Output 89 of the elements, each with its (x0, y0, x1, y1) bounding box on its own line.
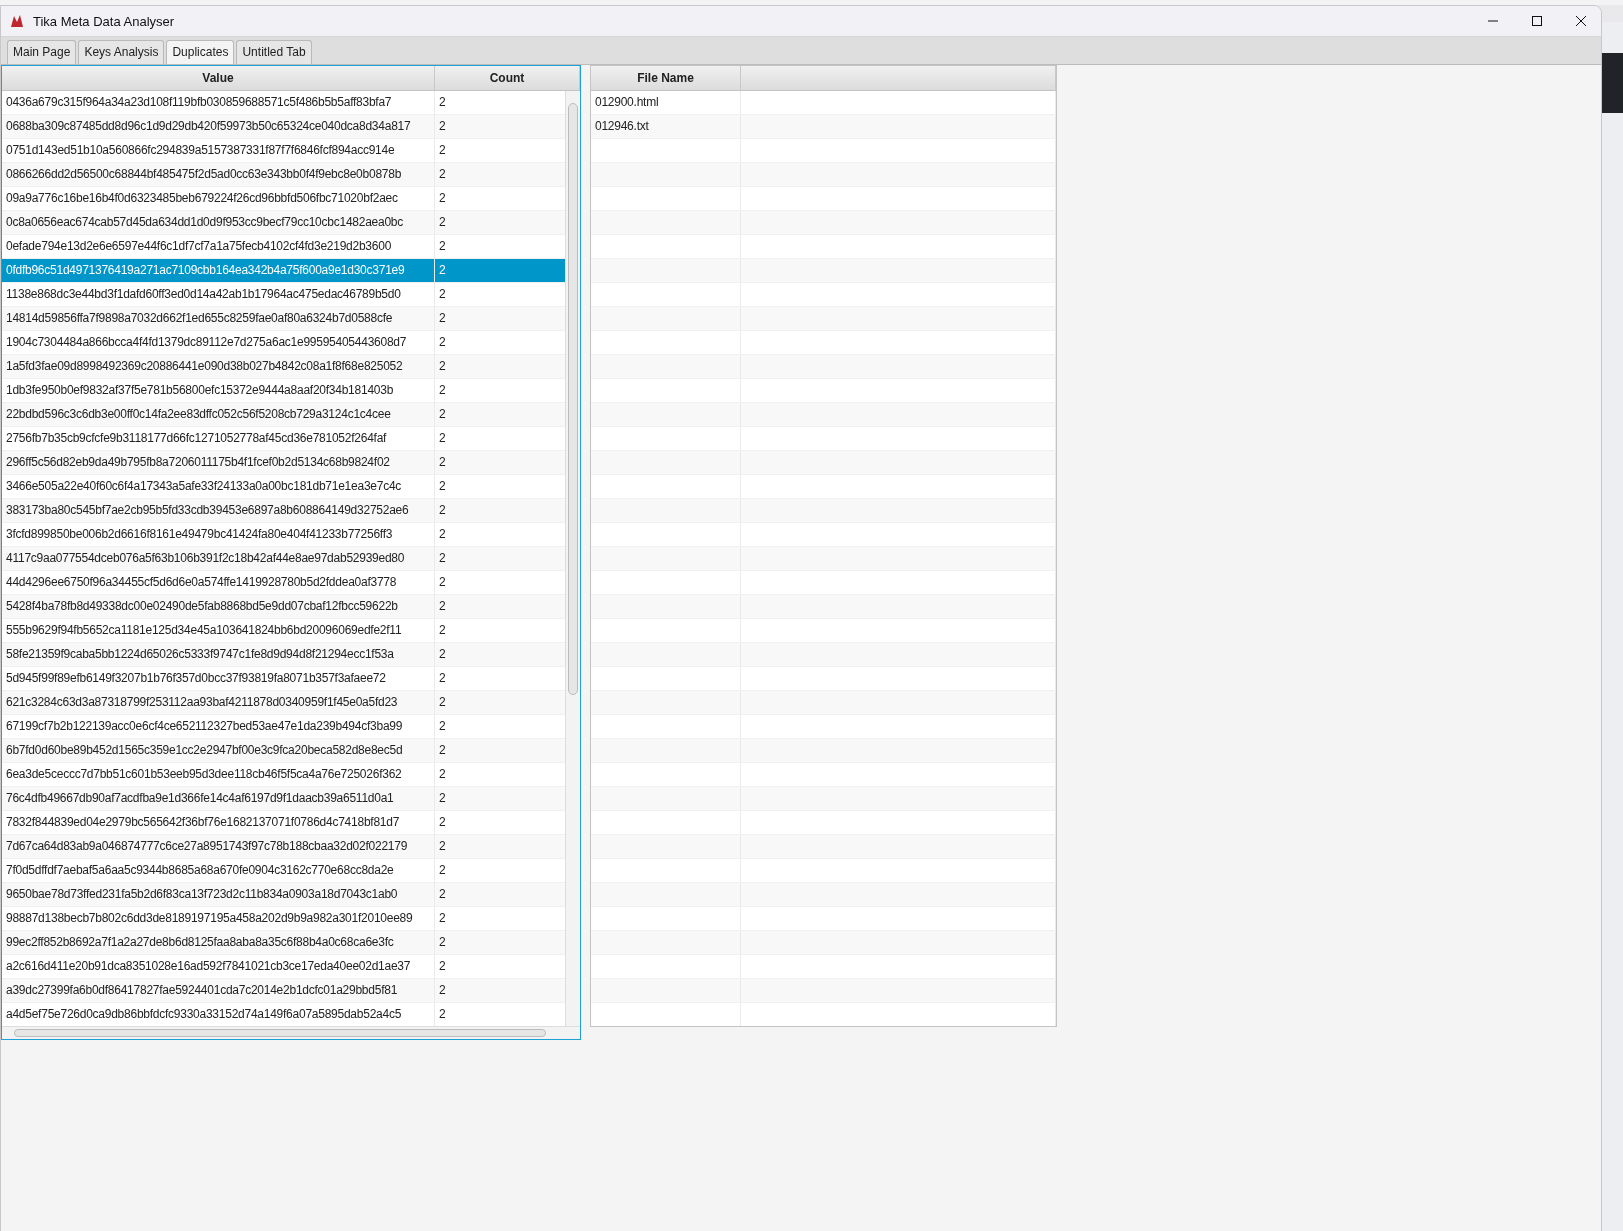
table-cell: 0688ba309c87485dd8d96c1d9d29db420f59973b50c65324ce040dca8d34a817 (2, 115, 435, 138)
table-cell: 0866266dd2d56500c68844bf485475f2d5ad0cc63e343bb0f4f9ebc8e0b0878b (2, 163, 435, 186)
table-cell: 7d67ca64d83ab9a046874777c6ce27a8951743f97c78b188cbaa32d02f022179 (2, 835, 435, 858)
table-cell: 296ff5c56d82eb9da49b795fb8a7206011175b4f1fcef0b2d5134c68b9824f02 (2, 451, 435, 474)
table-cell: 7832f844839ed04e2979bc565642f36bf76e1682137071f0786d4c7418bf81d7 (2, 811, 435, 834)
table-row[interactable]: 7d67ca64d83ab9a046874777c6ce27a8951743f97c78b188cbaa32d02f022179 2 (2, 835, 566, 859)
table-row[interactable]: 09a9a776c16be16b4f0d6323485beb679224f26cd96bbfd506fbc71020bf2aec 2 (2, 187, 566, 211)
table-row[interactable]: 44d4296ee6750f96a34455cf5d6d6e0a574ffe1419928780b5d2fddea0af3778 2 (2, 571, 566, 595)
table-row[interactable]: 3466e505a22e40f60c6f4a17343a5afe33f24133a0a00bc181db71e1ea3e7c4c 2 (2, 475, 566, 499)
tab[interactable]: Untitled Tab (236, 40, 312, 64)
table-cell: 5428f4ba78fb8d49338dc00e02490de5fab8868bd5e9dd07cbaf12fbcc59622b (2, 595, 435, 618)
table-cell: 6b7fd0d60be89b452d1565c359e1cc2e2947bf00e3c9fca20beca582d8e8ec5d (2, 739, 435, 762)
tab[interactable]: Keys Analysis (78, 40, 165, 64)
table-cell: 1138e868dc3e44bd3f1dafd60ff3ed0d14a42ab1b17964ac475edac46789b5d0 (2, 283, 435, 306)
table-cell: 012946.txt (591, 115, 741, 138)
table-row[interactable]: 4117c9aa077554dceb076a5f63b106b391f2c18b42af44e8ae97dab52939ed80 2 (2, 547, 566, 571)
table-cell: 1a5fd3fae09d8998492369c20886441e090d38b027b4842c08a1f8f68e825052 (2, 355, 435, 378)
table-cell: 0436a679c315f964a34a23d108f119bfb030859688571c5f486b5b5aff83bfa7 (2, 91, 435, 114)
table-row[interactable]: 14814d59856ffa7f9898a7032d662f1ed655c8259fae0af80a6324b7d0588cfe 2 (2, 307, 566, 331)
table-row[interactable]: 1db3fe950b0ef9832af37f5e781b56800efc15372e9444a8aaf20f34b181403b 2 (2, 379, 566, 403)
table-row[interactable]: 76c4dfb49667db90af7acdfba9e1d366fe14c4af6197d9f1daacb39a6511d0a1 2 (2, 787, 566, 811)
app-logo-icon (9, 13, 25, 29)
table-row[interactable]: 58fe21359f9caba5bb1224d65026c5333f9747c1fe8d9d94d8f21294ecc1f53a 2 (2, 643, 566, 667)
table-row[interactable]: 99ec2ff852b8692a7f1a2a27de8b6d8125faa8aba8a35c6f88b4a0c68ca6e3fc 2 (2, 931, 566, 955)
table-cell: 383173ba80c545bf7ae2cb95b5fd33cdb39453e6897a8b608864149d32752ae6 (2, 499, 435, 522)
table-row[interactable]: 9650bae78d73ffed231fa5b2d6f83ca13f723d2c11b834a0903a18d7043c1ab0 2 (2, 883, 566, 907)
table-cell: 4117c9aa077554dceb076a5f63b106b391f2c18b42af44e8ae97dab52939ed80 (2, 547, 435, 570)
table-cell: 99ec2ff852b8692a7f1a2a27de8b6d8125faa8aba8a35c6f88b4a0c68ca6e3fc (2, 931, 435, 954)
table-row[interactable]: 0c8a0656eac674cab57d45da634dd1d0d9f953cc9becf79cc10cbc1482aea0bc 2 (2, 211, 566, 235)
table-cell: 67199cf7b2b122139acc0e6cf4ce652112327bed53ae47e1da239b494cf3ba99 (2, 715, 435, 738)
table-cell: 6ea3de5ceccc7d7bb51c601b53eeb95d3dee118cb46f5f5ca4a76e725026f362 (2, 763, 435, 786)
maximize-icon[interactable] (1531, 15, 1543, 27)
table-cell: 9650bae78d73ffed231fa5b2d6f83ca13f723d2c11b834a0903a18d7043c1ab0 (2, 883, 435, 906)
table-row[interactable]: 22bdbd596c3c6db3e00ff0c14fa2ee83dffc052c56f5208cb729a3124c1c4cee 2 (2, 403, 566, 427)
window-title: Tika Meta Data Analyser (33, 13, 175, 29)
table-cell: 0751d143ed51b10a560866fc294839a5157387331f87f7f6846fcf894acc914e (2, 139, 435, 162)
table-cell: 1db3fe950b0ef9832af37f5e781b56800efc15372e9444a8aaf20f34b181403b (2, 379, 435, 402)
table-cell: 14814d59856ffa7f9898a7032d662f1ed655c8259fae0af80a6324b7d0588cfe (2, 307, 435, 330)
horizontal-scrollbar[interactable] (2, 1026, 580, 1039)
table-row[interactable]: 6ea3de5ceccc7d7bb51c601b53eeb95d3dee118cb46f5f5ca4a76e725026f362 2 (2, 763, 566, 787)
tab[interactable]: Main Page (7, 40, 77, 64)
table-row[interactable]: 1904c7304484a866bcca4f4fd1379dc89112e7d275a6ac1e99595405443608d7 2 (2, 331, 566, 355)
table-row[interactable]: 621c3284c63d3a87318799f253112aa93baf4211878d0340959f1f45e0a5fd23 2 (2, 691, 566, 715)
table-cell: 555b9629f94fb5652ca1181e125d34e45a103641824bb6bd20096069edfe2f11 (2, 619, 435, 642)
table-row[interactable]: 383173ba80c545bf7ae2cb95b5fd33cdb39453e6897a8b608864149d32752ae6 2 (2, 499, 566, 523)
table-cell: 22bdbd596c3c6db3e00ff0c14fa2ee83dffc052c56f5208cb729a3124c1c4cee (2, 403, 435, 426)
table-row[interactable]: 5428f4ba78fb8d49338dc00e02490de5fab8868bd5e9dd07cbaf12fbcc59622b 2 (2, 595, 566, 619)
table-cell: 44d4296ee6750f96a34455cf5d6d6e0a574ffe1419928780b5d2fddea0af3778 (2, 571, 435, 594)
table-row[interactable]: 1138e868dc3e44bd3f1dafd60ff3ed0d14a42ab1b17964ac475edac46789b5d0 2 (2, 283, 566, 307)
table-row[interactable]: a39dc27399fa6b0df86417827fae5924401cda7c2014e2b1dcfc01a29bbd5f81 2 (2, 979, 566, 1003)
table-row[interactable]: 0751d143ed51b10a560866fc294839a5157387331f87f7f6846fcf894acc914e 2 (2, 139, 566, 163)
table-row[interactable]: 296ff5c56d82eb9da49b795fb8a7206011175b4f1fcef0b2d5134c68b9824f02 2 (2, 451, 566, 475)
table-cell: 3fcfd899850be006b2d6616f8161e49479bc41424fa80e404f41233b77256ff3 (2, 523, 435, 546)
table-row[interactable]: 3fcfd899850be006b2d6616f8161e49479bc41424fa80e404f41233b77256ff3 2 (2, 523, 566, 547)
table-cell: 621c3284c63d3a87318799f253112aa93baf4211878d0340959f1f45e0a5fd23 (2, 691, 435, 714)
table-cell: 3466e505a22e40f60c6f4a17343a5afe33f24133a0a00bc181db71e1ea3e7c4c (2, 475, 435, 498)
tab[interactable]: Duplicates (166, 40, 235, 64)
table-cell: 58fe21359f9caba5bb1224d65026c5333f9747c1fe8d9d94d8f21294ecc1f53a (2, 643, 435, 666)
table-row[interactable]: 0688ba309c87485dd8d96c1d9d29db420f59973b50c65324ce040dca8d34a817 2 (2, 115, 566, 139)
table-row[interactable]: 555b9629f94fb5652ca1181e125d34e45a103641824bb6bd20096069edfe2f11 2 (2, 619, 566, 643)
table-row[interactable]: 0efade794e13d2e6e6597e44f6c1df7cf7a1a75fecb4102cf4fd3e219d2b3600 2 (2, 235, 566, 259)
table-row[interactable]: 7f0d5dffdf7aebaf5a6aa5c9344b8685a68a670fe0904c3162c770e68cc8da2e 2 (2, 859, 566, 883)
table-row[interactable]: 98887d138becb7b802c6dd3de8189197195a458a202d9b9a982a301f2010ee89 2 (2, 907, 566, 931)
table-row[interactable]: 7832f844839ed04e2979bc565642f36bf76e1682137071f0786d4c7418bf81d7 2 (2, 811, 566, 835)
column-header[interactable]: Count (435, 66, 580, 90)
table-cell: 012900.html (591, 91, 741, 114)
vertical-scrollbar[interactable] (565, 91, 580, 1026)
table-cell: 1904c7304484a866bcca4f4fd1379dc89112e7d275a6ac1e99595405443608d7 (2, 331, 435, 354)
table-row[interactable]: 1a5fd3fae09d8998492369c20886441e090d38b027b4842c08a1f8f68e825052 2 (2, 355, 566, 379)
table-cell: 7f0d5dffdf7aebaf5a6aa5c9344b8685a68a670fe0904c3162c770e68cc8da2e (2, 859, 435, 882)
table-row[interactable]: 5d945f99f89efb6149f3207b1b76f357d0bcc37f93819fa8071b357f3afaee72 2 (2, 667, 566, 691)
table-row[interactable]: 6b7fd0d60be89b452d1565c359e1cc2e2947bf00e3c9fca20beca582d8e8ec5d 2 (2, 739, 566, 763)
table-cell: 0c8a0656eac674cab57d45da634dd1d0d9f953cc9becf79cc10cbc1482aea0bc (2, 211, 435, 234)
table-row[interactable]: 67199cf7b2b122139acc0e6cf4ce652112327bed53ae47e1da239b494cf3ba99 2 (2, 715, 566, 739)
close-icon[interactable] (1575, 15, 1587, 27)
table-cell: 0fdfb96c51d4971376419a271ac7109cbb164ea342b4a75f600a9e1d30c371e9 (2, 259, 435, 282)
table-cell: a2c616d411e20b91dca8351028e16ad592f7841021cb3ce17eda40ee02d1ae37 (2, 955, 435, 978)
table-cell: 98887d138becb7b802c6dd3de8189197195a458a202d9b9a982a301f2010ee89 (2, 907, 435, 930)
table-cell: 0efade794e13d2e6e6597e44f6c1df7cf7a1a75fecb4102cf4fd3e219d2b3600 (2, 235, 435, 258)
table-cell: 2756fb7b35cb9cfcfe9b3118177d66fc1271052778af45cd36e781052f264faf (2, 427, 435, 450)
table-cell: 5d945f99f89efb6149f3207b1b76f357d0bcc37f93819fa8071b357f3afaee72 (2, 667, 435, 690)
table-row[interactable]: 2756fb7b35cb9cfcfe9b3118177d66fc1271052778af45cd36e781052f264faf 2 (2, 427, 566, 451)
table-row[interactable]: 0436a679c315f964a34a23d108f119bfb030859688571c5f486b5b5aff83bfa7 2 (2, 91, 566, 115)
table-cell: a39dc27399fa6b0df86417827fae5924401cda7c2014e2b1dcfc01a29bbd5f81 (2, 979, 435, 1002)
column-header[interactable]: Value (2, 66, 435, 90)
table-cell: 76c4dfb49667db90af7acdfba9e1d366fe14c4af6197d9f1daacb39a6511d0a1 (2, 787, 435, 810)
table-cell: 09a9a776c16be16b4f0d6323485beb679224f26cd96bbfd506fbc71020bf2aec (2, 187, 435, 210)
table-row[interactable]: 0866266dd2d56500c68844bf485475f2d5ad0cc63e343bb0f4f9ebc8e0b0878b 2 (2, 163, 566, 187)
table-row[interactable]: a2c616d411e20b91dca8351028e16ad592f7841021cb3ce17eda40ee02d1ae37 2 (2, 955, 566, 979)
